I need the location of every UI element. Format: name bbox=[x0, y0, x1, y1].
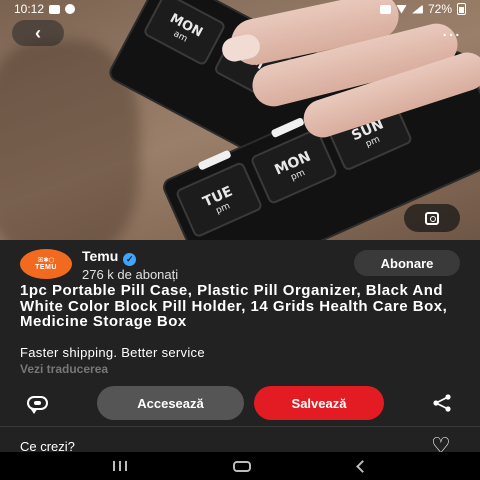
status-bar: 10:12 72% bbox=[0, 0, 480, 18]
action-bar: Accesează Salvează bbox=[0, 386, 480, 420]
avatar-glyph: ꕤ✱⬡ bbox=[37, 257, 55, 264]
post-subtitle: Faster shipping. Better service bbox=[20, 345, 205, 360]
home-button[interactable] bbox=[233, 460, 252, 472]
post-details: ꕤ✱⬡ TEMU Temu ✓ 276 k de abonați Abonare … bbox=[0, 240, 480, 457]
signal-icon bbox=[411, 4, 423, 14]
wifi-icon bbox=[395, 4, 407, 14]
divider bbox=[0, 426, 480, 427]
subscribe-button[interactable]: Abonare bbox=[354, 250, 460, 276]
recents-button[interactable] bbox=[113, 461, 128, 471]
product-photo[interactable]: MONam M TUEpm MONpm SUNpm ‹ … bbox=[0, 0, 480, 240]
battery-percent: 72% bbox=[427, 2, 452, 16]
avatar[interactable]: ꕤ✱⬡ TEMU bbox=[20, 249, 72, 279]
battery-icon bbox=[457, 3, 466, 15]
status-time: 10:12 bbox=[14, 2, 45, 16]
gallery-icon bbox=[49, 4, 61, 14]
verified-icon: ✓ bbox=[123, 253, 137, 266]
notification-icon bbox=[379, 4, 391, 14]
channel-name[interactable]: Temu ✓ bbox=[82, 248, 137, 266]
share-icon[interactable] bbox=[431, 394, 453, 412]
system-nav-bar bbox=[0, 452, 480, 480]
heart-icon[interactable]: ♡ bbox=[431, 435, 451, 457]
comment-icon[interactable] bbox=[27, 396, 48, 414]
back-button[interactable]: ‹ bbox=[12, 20, 64, 46]
lens-search-button[interactable] bbox=[404, 204, 460, 232]
post-title: 1pc Portable Pill Case, Plastic Pill Org… bbox=[20, 282, 448, 331]
more-vertical-icon: … bbox=[441, 19, 462, 41]
whatsapp-icon bbox=[65, 4, 76, 14]
access-button[interactable]: Accesează bbox=[97, 386, 244, 420]
chevron-left-icon: ‹ bbox=[35, 22, 41, 43]
lens-icon bbox=[425, 211, 439, 225]
translate-link[interactable]: Vezi traducerea bbox=[20, 362, 108, 376]
pill-compartment: TUE pm bbox=[174, 160, 264, 239]
pill-compartment: MON pm bbox=[249, 127, 339, 206]
more-options-button[interactable]: … bbox=[441, 20, 462, 40]
avatar-wordmark: TEMU bbox=[35, 264, 57, 271]
save-button[interactable]: Salvează bbox=[254, 386, 384, 420]
subscriber-count: 276 k de abonați bbox=[82, 267, 179, 282]
channel-row: ꕤ✱⬡ TEMU Temu ✓ 276 k de abonați Abonare bbox=[20, 248, 460, 282]
back-nav-button[interactable] bbox=[355, 459, 369, 473]
